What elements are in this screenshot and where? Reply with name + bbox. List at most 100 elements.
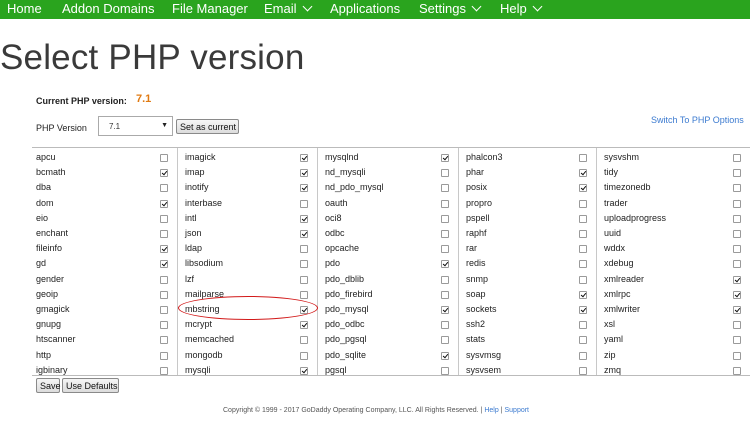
extension-checkbox[interactable] [300, 230, 308, 238]
nav-file-manager[interactable]: File Manager [172, 0, 248, 19]
extension-checkbox[interactable] [441, 275, 449, 284]
extension-checkbox[interactable] [441, 184, 449, 193]
extension-checkbox[interactable] [160, 321, 168, 330]
extension-checkbox[interactable] [441, 290, 449, 299]
extension-checkbox[interactable] [160, 245, 168, 254]
nav-help[interactable]: Help [500, 0, 543, 19]
extension-checkbox[interactable] [733, 154, 741, 162]
extension-label: nd_mysqli [325, 167, 366, 178]
set-as-current-button[interactable]: Set as current [176, 119, 239, 134]
extension-checkbox[interactable] [579, 154, 587, 162]
extension-checkbox[interactable] [300, 214, 308, 223]
switch-to-php-options-link[interactable]: Switch To PHP Options [651, 115, 744, 125]
extension-checkbox[interactable] [160, 230, 168, 238]
extension-checkbox[interactable] [733, 366, 741, 375]
extension-checkbox[interactable] [441, 366, 449, 375]
extension-checkbox[interactable] [300, 336, 308, 345]
extension-checkbox[interactable] [441, 306, 449, 314]
extension-checkbox[interactable] [160, 351, 168, 360]
extension-checkbox[interactable] [733, 245, 741, 254]
extension-checkbox[interactable] [579, 290, 587, 299]
extension-checkbox[interactable] [441, 321, 449, 330]
extension-checkbox[interactable] [300, 275, 308, 284]
extension-checkbox[interactable] [579, 321, 587, 330]
nav-settings[interactable]: Settings [419, 0, 482, 19]
extension-label: sysvshm [604, 152, 640, 162]
extension-checkbox[interactable] [733, 351, 741, 360]
extension-checkbox[interactable] [441, 169, 449, 178]
footer-support-link[interactable]: Support [504, 407, 529, 414]
save-button[interactable]: Save [36, 378, 61, 393]
extension-checkbox[interactable] [579, 366, 587, 375]
extension-checkbox[interactable] [733, 230, 741, 238]
extension-label: oauth [325, 197, 348, 208]
extension-checkbox[interactable] [300, 260, 308, 269]
top-navigation-bar: Home Addon Domains File Manager Email Ap… [0, 0, 750, 19]
extension-checkbox[interactable] [441, 154, 449, 162]
extension-checkbox[interactable] [733, 199, 741, 208]
extension-checkbox[interactable] [579, 275, 587, 284]
extension-checkbox[interactable] [733, 336, 741, 345]
nav-email[interactable]: Email [264, 0, 312, 19]
extension-checkbox[interactable] [300, 199, 308, 208]
extension-checkbox[interactable] [160, 290, 168, 299]
footer-copyright: Copyright © 1999 - 2017 GoDaddy Operatin… [223, 407, 479, 414]
extension-checkbox[interactable] [579, 184, 587, 193]
nav-home[interactable]: Home [7, 0, 42, 19]
extension-checkbox[interactable] [733, 214, 741, 223]
extension-checkbox[interactable] [579, 306, 587, 314]
extension-checkbox[interactable] [733, 290, 741, 299]
extension-checkbox[interactable] [160, 366, 168, 375]
extension-checkbox[interactable] [579, 230, 587, 238]
extension-checkbox[interactable] [300, 321, 308, 330]
extension-checkbox[interactable] [579, 199, 587, 208]
extension-checkbox[interactable] [579, 260, 587, 269]
extension-checkbox[interactable] [160, 275, 168, 284]
extension-checkbox[interactable] [300, 245, 308, 254]
extension-checkbox[interactable] [441, 351, 449, 360]
extension-checkbox[interactable] [579, 336, 587, 345]
extension-checkbox[interactable] [441, 199, 449, 208]
dropdown-arrow-icon: ▼ [161, 122, 168, 129]
extension-label: xmlreader [604, 273, 645, 284]
extension-checkbox[interactable] [160, 336, 168, 345]
extension-checkbox[interactable] [441, 230, 449, 238]
extension-label: http [36, 349, 52, 360]
extension-checkbox[interactable] [300, 154, 308, 162]
extension-checkbox[interactable] [733, 275, 741, 284]
extension-checkbox[interactable] [733, 184, 741, 193]
extension-checkbox[interactable] [160, 154, 168, 162]
extension-checkbox[interactable] [300, 169, 308, 178]
extension-checkbox[interactable] [579, 351, 587, 360]
extension-label: pdo_mysql [325, 304, 369, 314]
extension-checkbox[interactable] [441, 214, 449, 223]
php-version-select[interactable]: 7.1 ▼ [98, 116, 173, 136]
nav-applications[interactable]: Applications [330, 0, 400, 19]
extension-checkbox[interactable] [441, 336, 449, 345]
extension-checkbox[interactable] [160, 199, 168, 208]
extension-checkbox[interactable] [441, 245, 449, 254]
extension-checkbox[interactable] [160, 169, 168, 178]
extension-label: intl [185, 212, 197, 223]
use-defaults-button[interactable]: Use Defaults [62, 378, 119, 393]
extension-checkbox[interactable] [579, 245, 587, 254]
extension-label: tidy [604, 167, 619, 178]
extension-checkbox[interactable] [441, 260, 449, 269]
extension-checkbox[interactable] [733, 306, 741, 314]
extension-checkbox[interactable] [579, 214, 587, 223]
extension-checkbox[interactable] [733, 260, 741, 269]
extension-checkbox[interactable] [300, 290, 308, 299]
extension-checkbox[interactable] [160, 214, 168, 223]
extension-checkbox[interactable] [300, 366, 308, 375]
extension-checkbox[interactable] [300, 351, 308, 360]
extension-label: mysqli [185, 364, 211, 375]
extension-checkbox[interactable] [160, 306, 168, 314]
extension-checkbox[interactable] [733, 169, 741, 178]
extension-checkbox[interactable] [300, 184, 308, 193]
extension-checkbox[interactable] [579, 169, 587, 178]
footer-help-link[interactable]: Help [484, 407, 498, 414]
nav-addon-domains[interactable]: Addon Domains [62, 0, 155, 19]
extension-checkbox[interactable] [160, 184, 168, 193]
extension-checkbox[interactable] [733, 321, 741, 330]
extension-checkbox[interactable] [160, 260, 168, 269]
